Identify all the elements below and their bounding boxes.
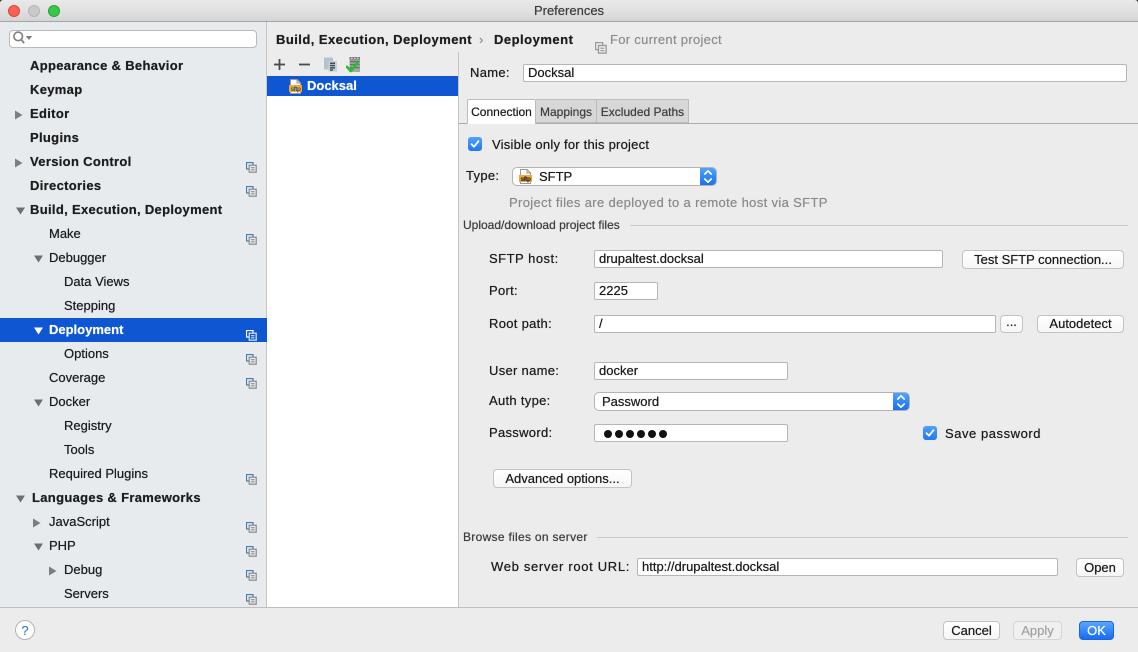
svg-text:sftp: sftp xyxy=(291,86,301,93)
svg-text:sftp: sftp xyxy=(521,176,531,183)
